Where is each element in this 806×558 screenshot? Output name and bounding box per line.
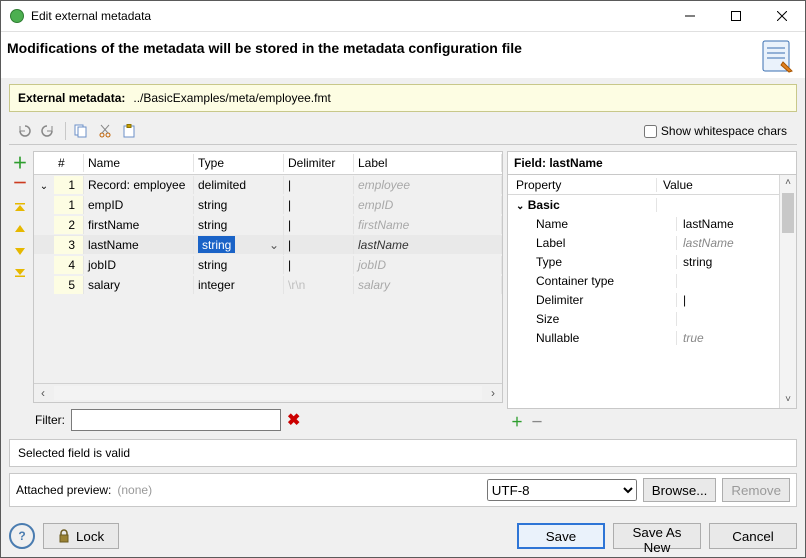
property-row[interactable]: Delimiter| (508, 290, 779, 309)
undo-button[interactable] (13, 120, 35, 142)
maximize-button[interactable] (713, 1, 759, 31)
grid-header: # Name Type Delimiter Label (34, 152, 502, 175)
property-grid[interactable]: Property Value ⌄ Basic NamelastNameLabel… (508, 175, 779, 408)
external-metadata-label: External metadata: (18, 91, 125, 105)
clear-filter-button[interactable]: ✖ (287, 410, 300, 430)
filter-input[interactable] (71, 409, 281, 431)
filter-row: Filter: ✖ (33, 403, 503, 433)
status-panel: Selected field is valid (9, 439, 797, 467)
scroll-down-icon[interactable]: ˅ (780, 392, 796, 408)
field-panel-title: Field: lastName (507, 151, 797, 174)
grid-h-scrollbar[interactable]: ‹ › (34, 383, 502, 402)
remove-property-button[interactable]: － (529, 413, 545, 429)
add-row-button[interactable]: ＋ (11, 153, 29, 171)
expand-icon[interactable]: ⌄ (40, 181, 48, 192)
external-metadata-banner: External metadata: ../BasicExamples/meta… (9, 84, 797, 112)
paste-button[interactable] (118, 120, 140, 142)
external-metadata-path: ../BasicExamples/meta/employee.fmt (133, 91, 330, 105)
edit-toolbar: Show whitespace chars (9, 118, 797, 145)
col-label[interactable]: Label (354, 154, 502, 172)
filter-label: Filter: (35, 413, 65, 427)
move-bottom-button[interactable] (11, 261, 29, 279)
encoding-select[interactable]: UTF-8 (487, 479, 637, 501)
col-num[interactable]: # (54, 154, 84, 172)
col-property[interactable]: Property (508, 178, 657, 192)
property-row[interactable]: Nullabletrue (508, 328, 779, 347)
lock-icon (58, 529, 70, 543)
add-property-button[interactable]: ＋ (509, 413, 525, 429)
col-name[interactable]: Name (84, 154, 194, 172)
close-button[interactable] (759, 1, 805, 31)
app-icon (9, 8, 25, 24)
save-as-new-button[interactable]: Save As New (613, 523, 701, 549)
field-row[interactable]: 2firstNamestring|firstName (34, 215, 502, 235)
metadata-doc-icon (759, 38, 795, 74)
property-toolbar: ＋ － (507, 409, 797, 433)
show-whitespace-label: Show whitespace chars (661, 124, 787, 138)
move-down-button[interactable] (11, 241, 29, 259)
property-row[interactable]: LabellastName (508, 233, 779, 252)
redo-button[interactable] (37, 120, 59, 142)
property-row[interactable]: NamelastName (508, 214, 779, 233)
col-type[interactable]: Type (194, 154, 284, 172)
window-title: Edit external metadata (31, 9, 667, 23)
property-row[interactable]: Container type (508, 271, 779, 290)
show-whitespace-checkbox[interactable]: Show whitespace chars (644, 124, 787, 138)
cut-button[interactable] (94, 120, 116, 142)
record-row[interactable]: ⌄ 1 Record: employee delimited | employe… (34, 175, 502, 195)
titlebar: Edit external metadata (1, 1, 805, 32)
dialog-window: Edit external metadata Modifications of … (0, 0, 806, 558)
fields-grid[interactable]: # Name Type Delimiter Label ⌄ 1 Record: (33, 151, 503, 403)
help-button[interactable]: ? (9, 523, 35, 549)
cancel-button[interactable]: Cancel (709, 523, 797, 549)
field-row[interactable]: 1empIDstring|empID (34, 195, 502, 215)
copy-button[interactable] (70, 120, 92, 142)
save-button[interactable]: Save (517, 523, 605, 549)
lock-button[interactable]: Lock (43, 523, 119, 549)
chevron-down-icon: ⌄ (516, 201, 524, 212)
row-tools: ＋ － (9, 151, 31, 433)
browse-button[interactable]: Browse... (643, 478, 717, 502)
col-delimiter[interactable]: Delimiter (284, 154, 354, 172)
attached-preview-value: (none) (117, 483, 152, 497)
col-value[interactable]: Value (657, 178, 779, 192)
scroll-up-icon[interactable]: ˄ (780, 175, 796, 191)
move-top-button[interactable] (11, 201, 29, 219)
move-up-button[interactable] (11, 221, 29, 239)
field-row[interactable]: 4jobIDstring|jobID (34, 255, 502, 275)
scrollbar-thumb[interactable] (782, 193, 794, 233)
heading-row: Modifications of the metadata will be st… (1, 32, 805, 78)
property-row[interactable]: Size (508, 309, 779, 328)
show-whitespace-input[interactable] (644, 125, 657, 138)
scroll-right-icon[interactable]: › (484, 386, 502, 400)
remove-preview-button[interactable]: Remove (722, 478, 790, 502)
property-row[interactable]: Typestring (508, 252, 779, 271)
status-text: Selected field is valid (18, 446, 130, 460)
attached-preview-label: Attached preview: (16, 483, 111, 497)
dialog-subtitle: Modifications of the metadata will be st… (7, 38, 759, 56)
property-v-scrollbar[interactable]: ˄ ˅ (779, 175, 796, 408)
minimize-button[interactable] (667, 1, 713, 31)
scroll-left-icon[interactable]: ‹ (34, 386, 52, 400)
attached-preview-row: Attached preview: (none) UTF-8 Browse...… (9, 473, 797, 507)
chevron-down-icon[interactable]: ⌄ (269, 238, 279, 252)
field-row[interactable]: 5salaryinteger\r\nsalary (34, 275, 502, 295)
field-row[interactable]: 3lastNamestring⌄|lastName (34, 235, 502, 255)
property-group-basic[interactable]: ⌄ Basic (508, 195, 779, 214)
remove-row-button[interactable]: － (11, 173, 29, 191)
dialog-footer: ? Lock Save Save As New Cancel (1, 515, 805, 557)
